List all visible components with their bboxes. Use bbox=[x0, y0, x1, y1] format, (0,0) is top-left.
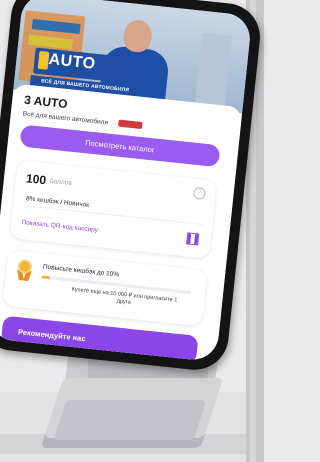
shop-title: 3 AUTO bbox=[23, 92, 69, 112]
phone-device: AUTO ВСЁ ДЛЯ ВАШЕГО АВТОМОБИЛЯ 3 AUTO Вс… bbox=[0, 0, 264, 374]
cashback-promo-card[interactable]: Повысьте кешбэк до 10% Купите еще на 10 … bbox=[2, 249, 208, 327]
points-label: баллов bbox=[49, 177, 73, 187]
bonus-card: 100 баллов ? 8% кешбэк / Новичок Показат… bbox=[9, 160, 217, 259]
shop-subtitle: Всё для вашего автомобиля bbox=[22, 110, 109, 127]
subtitle-badge bbox=[118, 119, 143, 130]
phone-stand-front bbox=[53, 400, 207, 440]
content-sheet: 3 AUTO Всё для вашего автомобиля Посмотр… bbox=[0, 83, 243, 363]
promo-progress-fill bbox=[41, 275, 50, 280]
points-value: 100 bbox=[25, 171, 47, 188]
medal-icon bbox=[15, 258, 33, 283]
info-icon[interactable]: ? bbox=[192, 186, 207, 201]
banner-person-head bbox=[121, 18, 154, 54]
view-catalog-button[interactable]: Посмотреть каталог bbox=[19, 124, 221, 168]
phone-screen: AUTO ВСЁ ДЛЯ ВАШЕГО АВТОМОБИЛЯ 3 AUTO Вс… bbox=[0, 0, 253, 363]
qr-code-icon[interactable] bbox=[186, 232, 200, 246]
show-qr-link[interactable]: Показать QR-код кассиру bbox=[21, 219, 98, 234]
store-shelf bbox=[194, 32, 233, 106]
